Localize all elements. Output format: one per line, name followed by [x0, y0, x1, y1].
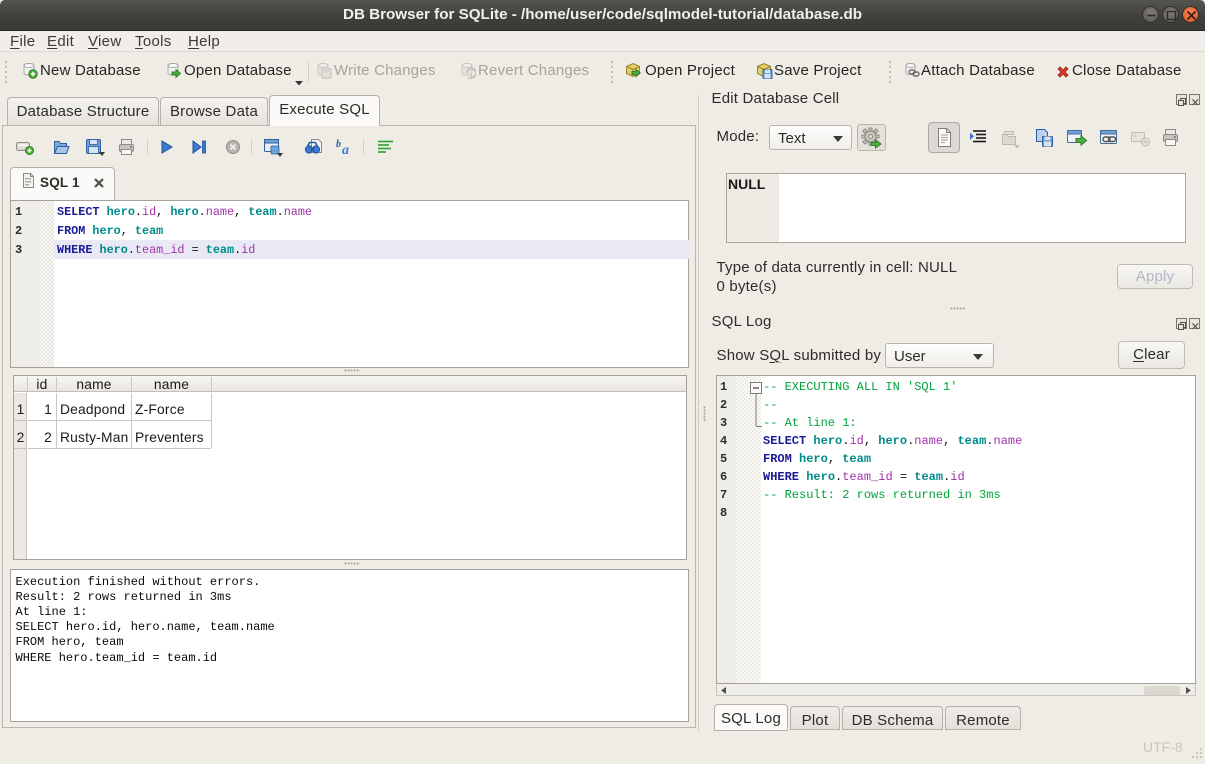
svg-text:b: b — [336, 139, 341, 150]
svg-text:a: a — [342, 143, 349, 156]
